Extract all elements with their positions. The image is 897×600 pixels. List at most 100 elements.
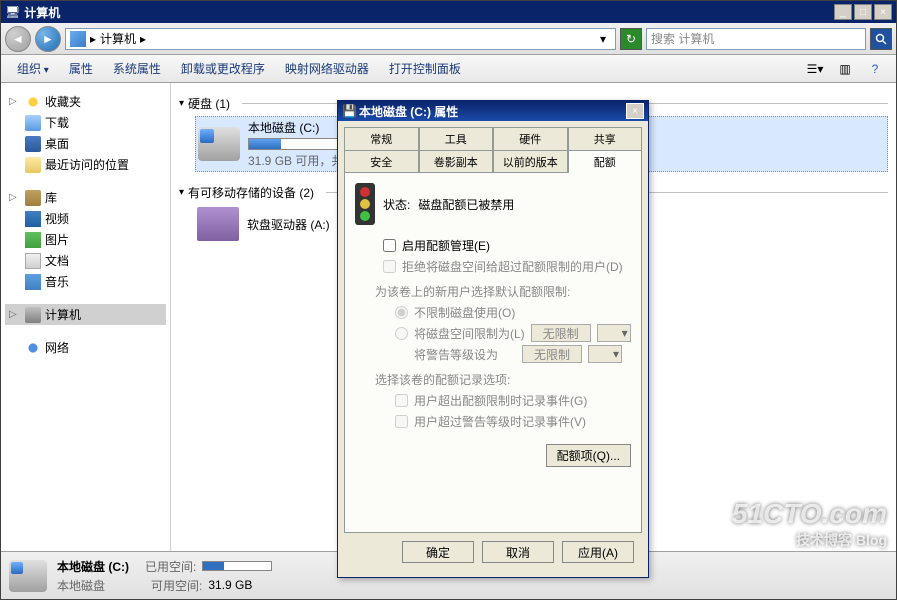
status-free-value: 31.9 GB [208,578,252,592]
warning-level-row: 将警告等级设为 无限制 ▾ [395,345,631,363]
address-dropdown[interactable]: ▾ [595,32,611,46]
uninstall-menu[interactable]: 卸载或更改程序 [173,56,273,81]
checkbox [395,394,408,407]
checkbox[interactable] [383,239,396,252]
address-bar[interactable]: ▸ 计算机 ▸ ▾ [65,28,616,50]
control-panel-menu[interactable]: 打开控制面板 [381,56,469,81]
warning-unit-dropdown: ▾ [588,345,622,363]
radio [395,306,408,319]
tab-security[interactable]: 安全 [344,150,419,173]
document-icon [25,253,41,269]
log-warning-checkbox: 用户超过警告等级时记录事件(V) [395,413,631,430]
address-arrow: ▸ [90,32,96,46]
back-button[interactable]: ◄ [5,26,31,52]
close-button[interactable]: × [874,4,892,20]
navigation-pane: ▷收藏夹 下载 桌面 最近访问的位置 ▷库 视频 图片 文档 音乐 ▷计算机 网… [1,83,171,551]
sidebar-music[interactable]: 音乐 [5,271,166,292]
quota-entries-button[interactable]: 配额项(Q)... [546,444,631,467]
drive-icon: 💾 [342,104,357,118]
status-name: 本地磁盘 (C:) [57,558,129,575]
limit-unit-dropdown: ▾ [597,324,631,342]
tab-shadow-copies[interactable]: 卷影副本 [419,150,494,173]
music-icon [25,274,41,290]
tab-sharing[interactable]: 共享 [568,127,643,150]
tab-tools[interactable]: 工具 [419,127,494,150]
computer-icon [25,307,41,323]
usage-bar [202,561,272,571]
checkbox [383,260,396,273]
tab-hardware[interactable]: 硬件 [493,127,568,150]
computer-icon [70,31,86,47]
cancel-button[interactable]: 取消 [482,541,554,563]
deny-over-checkbox: 拒绝将磁盘空间给超过配额限制的用户(D) [383,258,631,275]
video-icon [25,211,41,227]
map-drive-menu[interactable]: 映射网络驱动器 [277,56,377,81]
log-exceed-checkbox: 用户超出配额限制时记录事件(G) [395,392,631,409]
preview-pane-button[interactable]: ▥ [834,58,856,80]
default-limit-label: 为该卷上的新用户选择默认配额限制: [375,283,631,300]
sidebar-recent[interactable]: 最近访问的位置 [5,154,166,175]
apply-button[interactable]: 应用(A) [562,541,634,563]
navigation-bar: ◄ ► ▸ 计算机 ▸ ▾ ↻ 搜索 计算机 [1,23,896,55]
tab-previous-versions[interactable]: 以前的版本 [493,150,568,173]
floppy-icon [197,207,239,241]
hdd-icon [9,560,47,592]
network-icon [25,340,41,356]
refresh-button[interactable]: ↻ [620,28,642,50]
star-icon [25,94,41,110]
tab-general[interactable]: 常规 [344,127,419,150]
recent-icon [25,157,41,173]
radio-unlimited: 不限制磁盘使用(O) [395,304,631,321]
quota-status: 状态: 磁盘配额已被禁用 [355,183,631,225]
toolbar: 组织 属性 系统属性 卸载或更改程序 映射网络驱动器 打开控制面板 ☰▾ ▥ ? [1,55,896,83]
dialog-titlebar: 💾 本地磁盘 (C:) 属性 × [338,101,648,121]
properties-menu[interactable]: 属性 [61,56,101,81]
checkbox [395,415,408,428]
search-icon [875,33,887,45]
status-free-label: 可用空间: [151,577,202,594]
minimize-button[interactable]: _ [834,4,852,20]
tab-quota[interactable]: 配额 [568,150,643,173]
ok-button[interactable]: 确定 [402,541,474,563]
library-icon [25,190,41,206]
window-title: 计算机 [20,4,834,21]
system-properties-menu[interactable]: 系统属性 [105,56,169,81]
sidebar-desktop[interactable]: 桌面 [5,133,166,154]
radio-limit-row: 将磁盘空间限制为(L) 无限制 ▾ [395,324,631,342]
sidebar-pictures[interactable]: 图片 [5,229,166,250]
search-button[interactable] [870,28,892,50]
hdd-icon [198,127,240,161]
sidebar-favorites[interactable]: ▷收藏夹 [5,91,166,112]
search-placeholder: 搜索 计算机 [651,30,714,47]
sidebar-computer[interactable]: ▷计算机 [5,304,166,325]
desktop-icon [25,136,41,152]
sidebar-videos[interactable]: 视频 [5,208,166,229]
sidebar-libraries[interactable]: ▷库 [5,187,166,208]
dialog-close-button[interactable]: × [626,103,644,119]
status-type: 本地磁盘 [57,577,105,594]
sidebar-documents[interactable]: 文档 [5,250,166,271]
sidebar-network[interactable]: 网络 [5,337,166,358]
radio [395,327,408,340]
picture-icon [25,232,41,248]
chevron-down-icon: ▾ [179,187,184,198]
titlebar: 🖥 计算机 _ □ × [1,1,896,23]
view-options-button[interactable]: ☰▾ [804,58,826,80]
status-value: 磁盘配额已被禁用 [418,196,514,213]
traffic-light-icon [355,183,375,225]
maximize-button[interactable]: □ [854,4,872,20]
download-icon [25,115,41,131]
help-button[interactable]: ? [864,58,886,80]
search-input[interactable]: 搜索 计算机 [646,28,866,50]
address-text: 计算机 [100,30,136,47]
limit-value-input: 无限制 [531,324,591,342]
chevron-down-icon: ▾ [179,98,184,109]
forward-button[interactable]: ► [35,26,61,52]
status-used-label: 已用空间: [145,558,196,575]
window-controls: _ □ × [834,4,892,20]
dialog-buttons: 确定 取消 应用(A) [344,533,642,571]
enable-quota-checkbox[interactable]: 启用配额管理(E) [383,237,631,254]
log-options-label: 选择该卷的配额记录选项: [375,371,631,388]
organize-menu[interactable]: 组织 [9,56,57,81]
sidebar-downloads[interactable]: 下载 [5,112,166,133]
